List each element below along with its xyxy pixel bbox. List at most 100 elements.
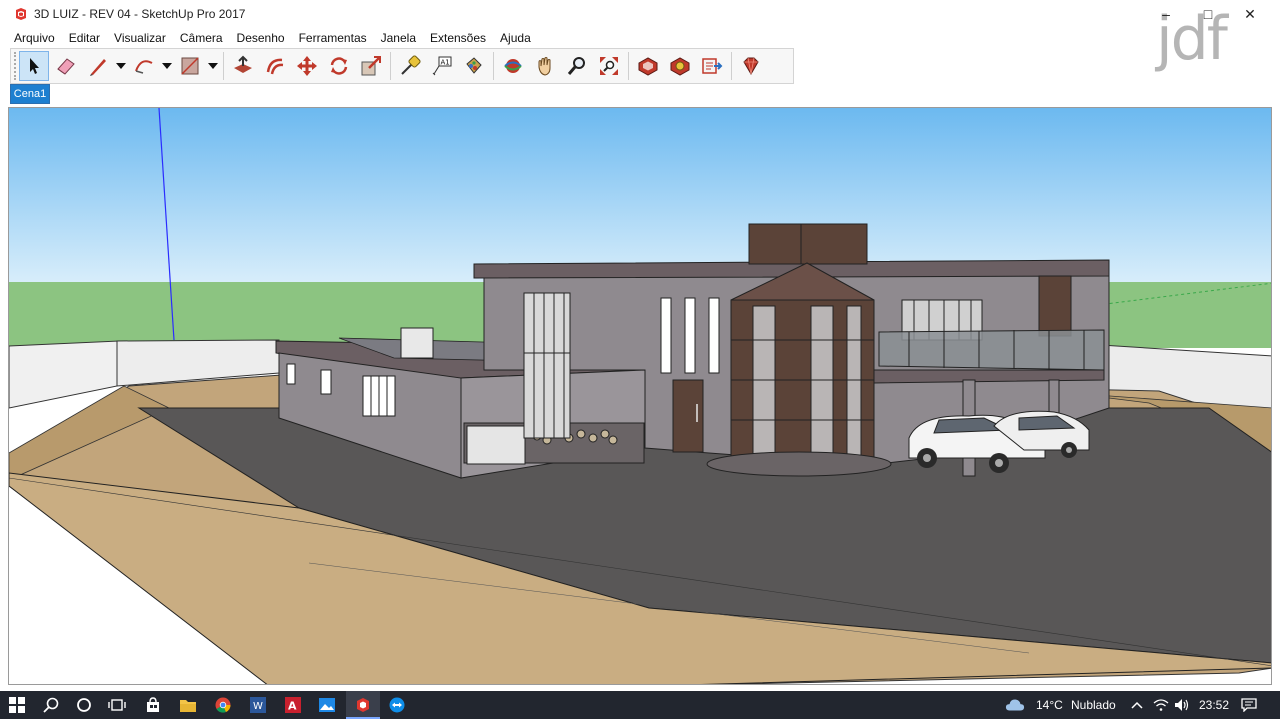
weather-widget[interactable] xyxy=(1005,695,1025,715)
push-pull-tool-button[interactable] xyxy=(228,51,258,81)
annex-small-window xyxy=(320,369,332,395)
rectangle-icon xyxy=(181,57,199,75)
cortana-button[interactable] xyxy=(74,695,94,715)
task-view-icon xyxy=(108,699,126,711)
extension-warehouse-button[interactable] xyxy=(665,51,695,81)
chrome-app[interactable] xyxy=(213,695,233,715)
ruby-console-icon xyxy=(743,57,759,75)
rotate-tool-button[interactable] xyxy=(324,51,354,81)
menu-ferramentas[interactable]: Ferramentas xyxy=(291,29,373,47)
decorative-panel xyxy=(1038,275,1072,337)
windows-start-icon xyxy=(9,697,25,713)
weather-condition: Nublado xyxy=(1071,698,1116,712)
pan-tool-button[interactable] xyxy=(530,51,560,81)
menu-desenho[interactable]: Desenho xyxy=(229,29,291,47)
3d-warehouse-button[interactable] xyxy=(633,51,663,81)
store-icon xyxy=(147,697,159,712)
sketchup-window: 3D LUIZ - REV 04 - SketchUp Pro 2017 jdf… xyxy=(0,0,1280,691)
line-tool-button[interactable] xyxy=(83,51,113,81)
offset-tool-button[interactable] xyxy=(260,51,290,81)
send-to-layout-button[interactable] xyxy=(697,51,727,81)
menu-editar[interactable]: Editar xyxy=(61,29,106,47)
menu-extensoes[interactable]: Extensões xyxy=(422,29,492,47)
start-button[interactable] xyxy=(7,695,27,715)
scale-tool-button[interactable] xyxy=(356,51,386,81)
offset-icon xyxy=(266,58,284,75)
annex-chimney xyxy=(400,327,434,359)
chevron-down-icon xyxy=(208,63,218,69)
dining-counter xyxy=(466,425,526,465)
menu-arquivo[interactable]: Arquivo xyxy=(0,29,61,47)
select-tool-button[interactable] xyxy=(19,51,49,81)
arc-dropdown-arrow[interactable] xyxy=(160,51,174,81)
teamviewer-app[interactable] xyxy=(387,695,407,715)
speaker-icon xyxy=(1175,699,1189,711)
tape-measure-icon xyxy=(401,55,421,75)
menu-visualizar[interactable]: Visualizar xyxy=(106,29,172,47)
text-tool-button[interactable]: A1 xyxy=(427,51,457,81)
chevron-down-icon xyxy=(162,63,172,69)
eraser-tool-button[interactable] xyxy=(51,51,81,81)
word-icon: W xyxy=(250,697,266,713)
tape-measure-tool-button[interactable] xyxy=(395,51,425,81)
action-center-button[interactable] xyxy=(1239,695,1259,715)
ruby-console-button[interactable] xyxy=(736,51,766,81)
task-view-button[interactable] xyxy=(107,695,127,715)
cloud-icon xyxy=(1005,699,1025,711)
cortana-icon xyxy=(77,698,91,712)
toolbar-separator xyxy=(493,52,494,80)
toolbar-separator xyxy=(223,52,224,80)
word-app[interactable]: W xyxy=(248,695,268,715)
store-app[interactable] xyxy=(143,695,163,715)
svg-text:A: A xyxy=(288,700,297,713)
rooftop-box xyxy=(748,223,868,265)
rectangle-tool-button[interactable] xyxy=(175,51,205,81)
paint-bucket-tool-button[interactable] xyxy=(459,51,489,81)
notification-icon xyxy=(1241,698,1257,712)
autocad-app[interactable]: A xyxy=(283,695,303,715)
extension-warehouse-icon xyxy=(670,57,690,76)
photos-icon xyxy=(319,698,335,712)
title-bar[interactable]: 3D LUIZ - REV 04 - SketchUp Pro 2017 jdf… xyxy=(0,0,1280,74)
weather-temperature: 14°C xyxy=(1036,698,1063,712)
pan-icon xyxy=(538,57,551,76)
toolbar-separator xyxy=(731,52,732,80)
arc-tool-button[interactable] xyxy=(129,51,159,81)
file-explorer-app[interactable] xyxy=(178,695,198,715)
zoom-extents-icon xyxy=(600,57,618,75)
zoom-tool-button[interactable] xyxy=(562,51,592,81)
orbit-tool-button[interactable] xyxy=(498,51,528,81)
clock-time[interactable]: 23:52 xyxy=(1199,691,1229,719)
sketchup-icon xyxy=(357,698,369,712)
search-button[interactable] xyxy=(41,695,61,715)
show-hidden-icons-button[interactable] xyxy=(1127,695,1147,715)
send-to-layout-icon xyxy=(702,58,723,74)
photos-app[interactable] xyxy=(317,695,337,715)
line-icon xyxy=(90,59,106,76)
volume-button[interactable] xyxy=(1172,695,1192,715)
rectangle-dropdown-arrow[interactable] xyxy=(206,51,220,81)
drawing-viewport[interactable] xyxy=(8,107,1272,685)
toolbar-separator xyxy=(390,52,391,80)
minimize-button[interactable]: – xyxy=(1156,4,1176,24)
scene-tab-cena1[interactable]: Cena1 xyxy=(10,84,50,104)
eraser-icon xyxy=(57,58,75,75)
move-tool-button[interactable] xyxy=(292,51,322,81)
network-button[interactable] xyxy=(1151,695,1171,715)
close-button[interactable]: ✕ xyxy=(1240,4,1260,24)
line-dropdown-arrow[interactable] xyxy=(114,51,128,81)
menu-ajuda[interactable]: Ajuda xyxy=(492,29,537,47)
scale-icon xyxy=(361,56,381,76)
front-door xyxy=(672,379,704,453)
chrome-icon xyxy=(215,697,231,713)
sketchup-app[interactable] xyxy=(353,695,373,715)
select-icon xyxy=(30,58,39,74)
maximize-button[interactable]: □ xyxy=(1198,4,1218,24)
getting-started-toolbar: A1 xyxy=(10,48,794,84)
zoom-extents-tool-button[interactable] xyxy=(594,51,624,81)
svg-text:A1: A1 xyxy=(441,59,450,67)
menu-janela[interactable]: Janela xyxy=(373,29,422,47)
menu-camera[interactable]: Câmera xyxy=(172,29,229,47)
toolbar-grip[interactable] xyxy=(14,52,18,80)
autocad-icon: A xyxy=(285,697,301,713)
